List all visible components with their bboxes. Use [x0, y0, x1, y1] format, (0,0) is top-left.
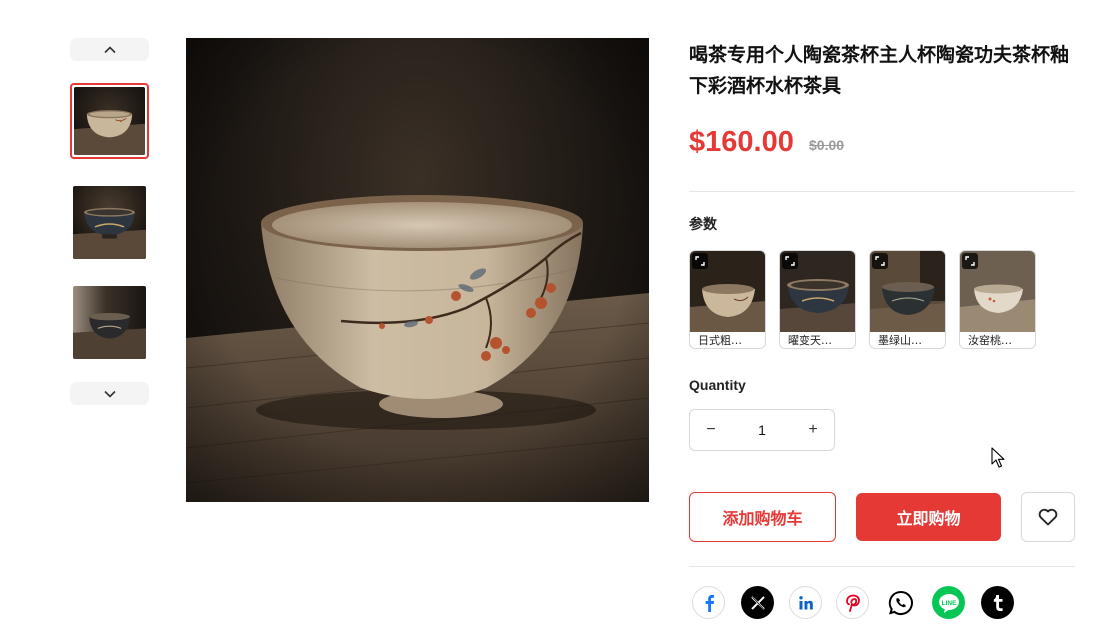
blue-bowl-thumbnail-image — [73, 186, 146, 259]
main-product-image[interactable] — [186, 38, 649, 502]
share-tumblr-button[interactable] — [981, 586, 1014, 619]
linkedin-icon — [798, 595, 813, 609]
thumbnail-1[interactable] — [70, 83, 149, 159]
dark-bowl-thumbnail-image — [73, 286, 146, 359]
divider — [689, 566, 1075, 567]
svg-text:LINE: LINE — [941, 600, 956, 607]
cream-bowl-thumbnail-image — [74, 87, 145, 155]
variant-label: 曜变天… — [788, 334, 832, 347]
tumblr-icon — [993, 594, 1003, 611]
quantity-stepper: − + — [689, 409, 835, 451]
share-pinterest-button[interactable] — [836, 586, 869, 619]
thumbnail-2[interactable] — [70, 183, 149, 259]
expand-icon[interactable] — [872, 253, 888, 269]
wishlist-button[interactable] — [1021, 492, 1075, 542]
quantity-decrement-button[interactable]: − — [690, 410, 732, 450]
thumbnail-prev-button[interactable] — [70, 38, 149, 61]
variant-label: 墨绿山… — [878, 334, 922, 347]
thumbnail-3[interactable] — [70, 283, 149, 359]
thumbnail-next-button[interactable] — [70, 382, 149, 405]
add-to-cart-button[interactable]: 添加购物车 — [689, 492, 836, 542]
variant-option-1[interactable]: 日式粗… — [689, 250, 766, 349]
options-label: 参数 — [689, 217, 717, 233]
heart-icon — [1038, 508, 1058, 526]
share-x-button[interactable] — [741, 586, 774, 619]
chevron-down-icon — [103, 390, 116, 398]
mouse-cursor-icon — [991, 447, 1005, 468]
share-line-button[interactable]: LINE — [932, 586, 965, 619]
chevron-up-icon — [103, 45, 116, 53]
facebook-icon — [705, 594, 714, 612]
whatsapp-icon — [888, 590, 913, 615]
line-icon: LINE — [938, 593, 959, 613]
quantity-label: Quantity — [689, 377, 746, 393]
compare-at-price: $0.00 — [809, 137, 845, 153]
variant-option-3[interactable]: 墨绿山… — [869, 250, 946, 349]
pinterest-icon — [845, 594, 860, 612]
product-title: 喝茶专用个人陶瓷茶杯主人杯陶瓷功夫茶杯釉下彩酒杯水杯茶具 — [689, 44, 1070, 97]
expand-icon[interactable] — [962, 253, 978, 269]
variant-option-2[interactable]: 曜变天… — [779, 250, 856, 349]
variant-option-4[interactable]: 汝窑桃… — [959, 250, 1036, 349]
x-icon — [750, 595, 765, 610]
share-linkedin-button[interactable] — [789, 586, 822, 619]
share-facebook-button[interactable] — [692, 586, 725, 619]
quantity-input[interactable] — [735, 421, 789, 439]
divider — [689, 191, 1075, 192]
ceramic-bowl-illustration — [186, 38, 649, 502]
share-whatsapp-button[interactable] — [884, 586, 917, 619]
expand-icon[interactable] — [692, 253, 708, 269]
buy-now-button[interactable]: 立即购物 — [856, 493, 1001, 541]
quantity-increment-button[interactable]: + — [792, 410, 834, 450]
product-price: $160.00 — [689, 126, 794, 158]
expand-icon[interactable] — [782, 253, 798, 269]
variant-label: 汝窑桃… — [968, 334, 1012, 347]
variant-label: 日式粗… — [698, 334, 742, 347]
